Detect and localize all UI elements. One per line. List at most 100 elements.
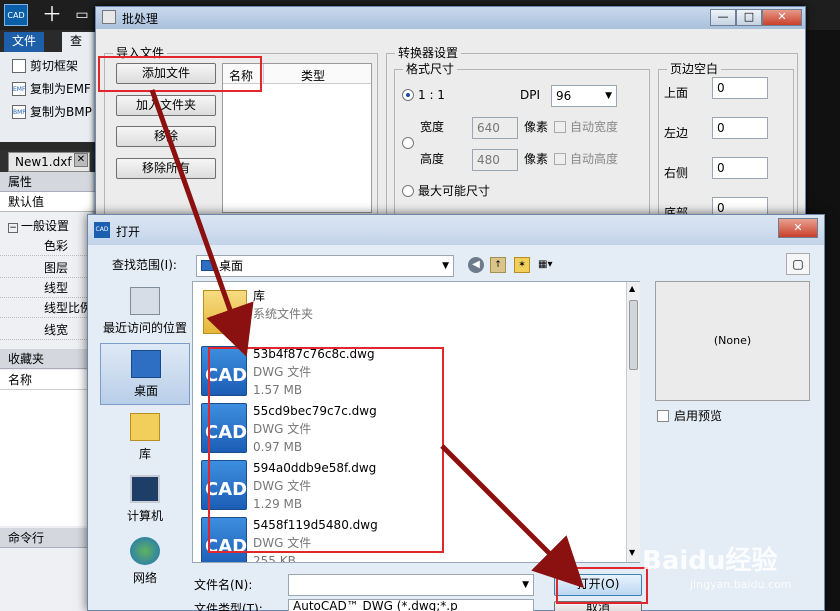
chevron-down-icon: ▼ [605, 91, 612, 101]
batch-close-button[interactable]: ✕ [762, 9, 802, 26]
scroll-up-icon[interactable]: ▲ [629, 284, 635, 293]
filetype-label: 文件类型(T): [194, 602, 263, 611]
height-label: 高度 [420, 152, 445, 166]
place-desktop[interactable]: 桌面 [100, 343, 190, 405]
place-label: 库 [138, 447, 151, 461]
width-input[interactable]: 640 [472, 117, 518, 139]
places-bar: 最近访问的位置 桌面 库 计算机 网络 [100, 281, 190, 585]
filetype-select[interactable]: AutoCAD™ DWG (*.dwg;*.p [288, 599, 534, 611]
open-folder-icon[interactable]: ▭ [70, 4, 94, 26]
width-pixel-label: 像素 [524, 120, 549, 134]
ratio-label: 1 : 1 [418, 88, 445, 102]
highlight-dwg-files [208, 347, 444, 553]
place-label: 网络 [132, 571, 157, 585]
max-size-radio[interactable] [402, 185, 414, 197]
recent-places-icon [130, 287, 160, 315]
margin-top-input[interactable]: 0 [712, 77, 768, 99]
place-label: 计算机 [126, 509, 163, 523]
file-name: 库 [253, 289, 266, 303]
open-titlebar: CAD 打开 ✕ [88, 215, 824, 245]
margin-right-input[interactable]: 0 [712, 157, 768, 179]
desktop-icon [131, 350, 161, 378]
highlight-add-file [98, 56, 262, 92]
prop-lineweight[interactable]: 线宽 [0, 320, 95, 340]
height-pixel-label: 像素 [524, 152, 549, 166]
general-settings-group[interactable]: − 一般设置 [0, 216, 95, 236]
batch-window-icon [102, 10, 116, 24]
margins-label: 页边空白 [667, 62, 722, 76]
minimize-button[interactable]: — [710, 9, 736, 26]
enable-preview-checkbox[interactable] [657, 410, 669, 422]
prop-color[interactable]: 色彩 [0, 236, 95, 256]
converter-settings-label: 转换器设置 [395, 46, 462, 60]
command-line-header: 命令行 [0, 528, 95, 548]
scroll-down-icon[interactable]: ▼ [629, 548, 635, 557]
auto-width-checkbox[interactable] [554, 121, 566, 133]
new-icon[interactable]: ＋ [40, 4, 64, 26]
tab-file[interactable]: 文件 [4, 32, 45, 52]
lookin-value: 桌面 [219, 259, 244, 273]
favorites-name-column[interactable]: 名称 [0, 370, 95, 390]
file-type: 系统文件夹 [253, 307, 314, 321]
height-input[interactable]: 480 [472, 149, 518, 171]
margin-left-input[interactable]: 0 [712, 117, 768, 139]
dpi-value: 96 [556, 89, 572, 103]
prop-linetype-scale[interactable]: 线型比例 [0, 298, 95, 318]
app-logo-icon[interactable]: CAD [4, 4, 28, 26]
ratio-radio[interactable] [402, 89, 414, 101]
width-label: 宽度 [420, 120, 445, 134]
file-size: 255 KB [253, 554, 296, 563]
format-size-label: 格式尺寸 [403, 62, 458, 76]
network-icon [130, 537, 160, 565]
prop-layer[interactable]: 图层 [0, 258, 95, 278]
margin-left-label: 左边 [664, 126, 689, 140]
enable-preview-label: 启用预览 [674, 409, 723, 423]
app-icon: CAD [94, 222, 110, 238]
filename-input[interactable]: ▼ [288, 574, 534, 596]
default-value-select[interactable]: 默认值 [0, 192, 95, 212]
place-network[interactable]: 网络 [100, 531, 190, 593]
lookin-label: 查找范围(I): [112, 258, 177, 272]
ribbon-copy-emf[interactable]: EMF 复制为EMF [12, 79, 91, 99]
folder-icon [203, 290, 247, 334]
place-label: 最近访问的位置 [102, 321, 187, 335]
open-close-button[interactable]: ✕ [778, 218, 818, 238]
document-close-icon[interactable]: ✕ [74, 153, 88, 167]
margin-top-label: 上面 [664, 86, 689, 100]
filename-label: 文件名(N): [194, 578, 253, 592]
column-type[interactable]: 类型 [301, 67, 325, 84]
preview-toggle-icon[interactable]: ▢ [786, 253, 810, 275]
batch-title: 批处理 [122, 12, 159, 26]
new-folder-icon[interactable]: ✶ [514, 257, 530, 273]
emf-icon: EMF [12, 82, 26, 96]
favorites-header: 收藏夹 [0, 349, 95, 369]
file-list-scrollbar[interactable]: ▲ ▼ [626, 282, 640, 562]
up-folder-icon[interactable]: ↑ [490, 257, 506, 273]
column-divider [263, 64, 264, 84]
properties-header: 属性 [0, 172, 95, 192]
properties-panel: 属性 默认值 − 一般设置 色彩 图层 线型 线型比例 线宽 收藏夹 名称 命令行 [0, 172, 95, 611]
library-icon [130, 413, 160, 441]
lookin-select[interactable]: 桌面 ▼ [196, 255, 454, 277]
batch-titlebar: 批处理 — □ ✕ [96, 7, 805, 29]
dpi-label: DPI [520, 88, 541, 102]
back-icon[interactable]: ◀ [468, 257, 484, 273]
dpi-select[interactable]: 96 ▼ [551, 85, 617, 107]
prop-linetype[interactable]: 线型 [0, 278, 95, 298]
scrollbar-thumb[interactable] [629, 300, 638, 370]
remove-button[interactable]: 移除 [116, 126, 216, 147]
auto-height-checkbox[interactable] [554, 153, 566, 165]
place-recent[interactable]: 最近访问的位置 [100, 281, 190, 343]
view-menu-icon[interactable]: ▦▾ [538, 257, 564, 273]
maximize-button[interactable]: □ [736, 9, 762, 26]
add-folder-button[interactable]: 加入文件夹 [116, 95, 216, 116]
remove-all-button[interactable]: 移除所有 [116, 158, 216, 179]
list-item-library[interactable]: 库 系统文件夹 [197, 286, 627, 342]
ribbon-cut-frame[interactable]: 剪切框架 [12, 56, 78, 76]
ribbon-copy-bmp[interactable]: BMP 复制为BMP [12, 102, 92, 122]
custom-size-radio[interactable] [402, 137, 414, 149]
max-size-label: 最大可能尺寸 [418, 184, 491, 198]
place-library[interactable]: 库 [100, 407, 190, 469]
place-computer[interactable]: 计算机 [100, 469, 190, 531]
collapse-icon: − [8, 223, 18, 233]
